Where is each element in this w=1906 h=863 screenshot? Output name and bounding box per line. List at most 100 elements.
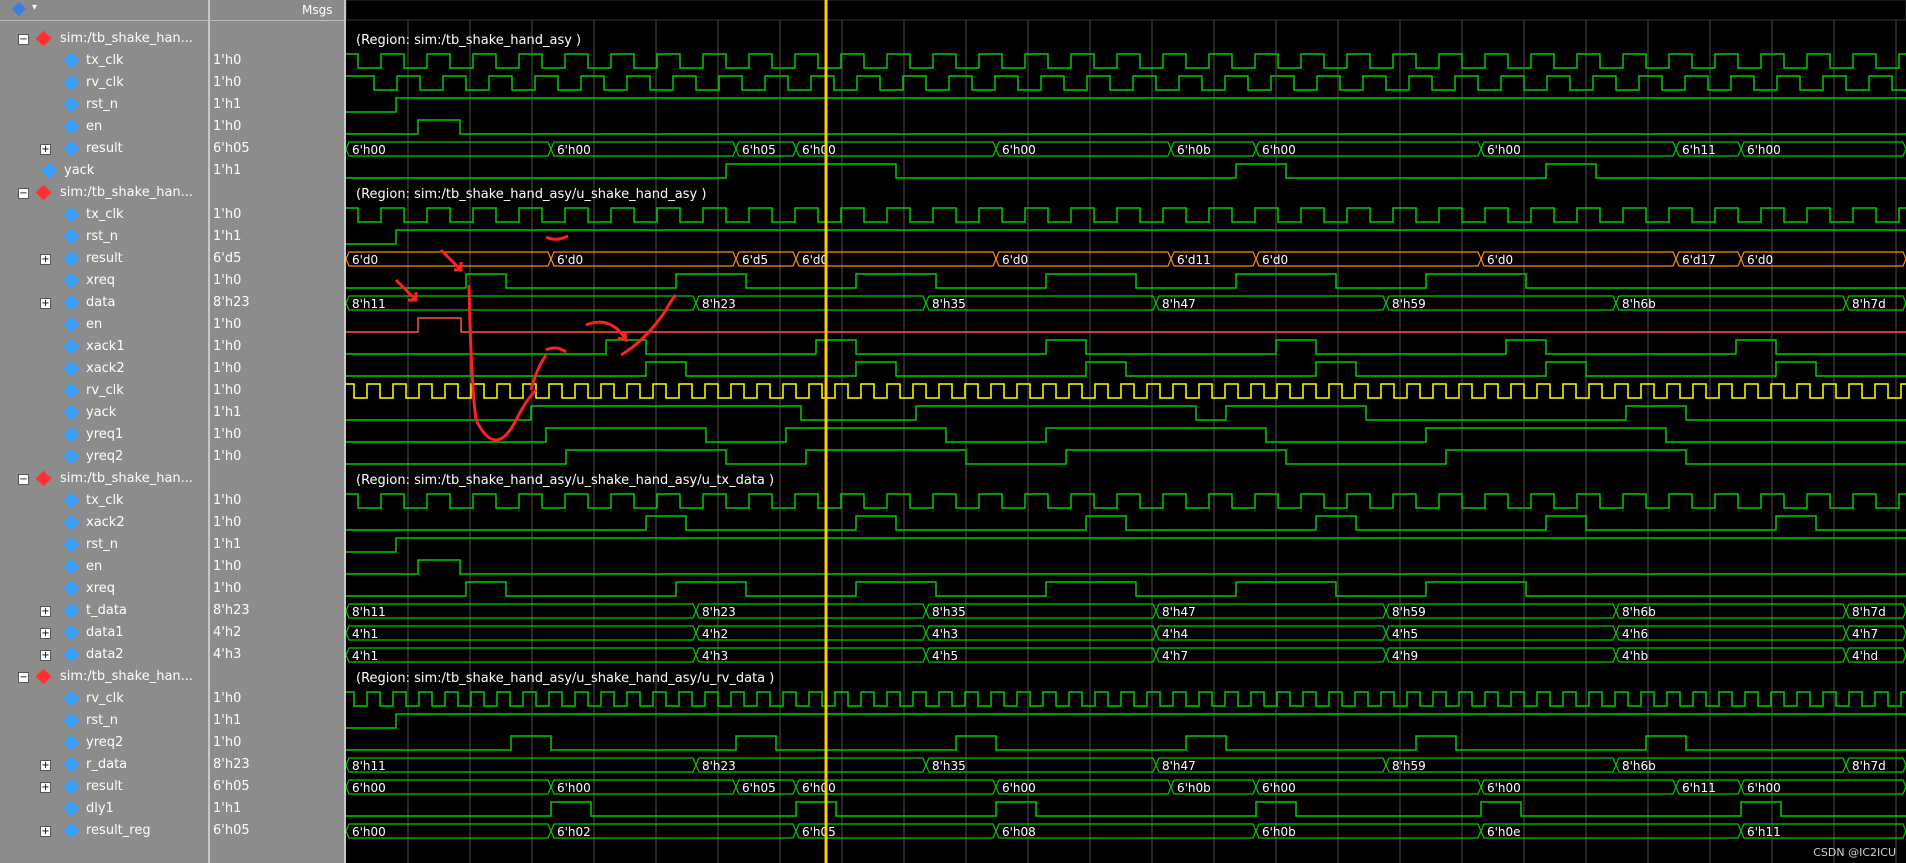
signal-row[interactable]: + result [0,776,208,798]
expand-icon[interactable]: + [40,650,51,661]
signal-row[interactable]: + r_data [0,754,208,776]
signal-row[interactable]: yack [0,402,208,424]
signal-group-row[interactable]: − sim:/tb_shake_han... [0,666,208,688]
value-row: 1'h1 [210,534,344,556]
expand-icon[interactable]: + [40,254,51,265]
bus-value-label: 6'h00 [1002,143,1036,157]
value-row: 1'h0 [210,446,344,468]
signal-row[interactable]: rv_clk [0,72,208,94]
signal-row[interactable]: en [0,116,208,138]
signal-row[interactable]: + data2 [0,644,208,666]
signal-row[interactable]: xreq [0,578,208,600]
signal-row[interactable]: tx_clk [0,204,208,226]
waveform-pane[interactable]: (Region: sim:/tb_shake_hand_asy ) 6'h00 6'… [346,0,1906,863]
signal-icon [63,822,80,839]
clock-wave [346,75,1906,91]
signal-icon [63,712,80,729]
collapse-icon[interactable]: − [18,34,29,45]
signal-name: data2 [86,647,124,662]
signal-icon [63,624,80,641]
signal-row[interactable]: rst_n [0,94,208,116]
signal-name-pane[interactable]: ▾ − sim:/tb_shake_han... tx_clk rv_clk rst_n… [0,0,210,863]
collapse-icon[interactable]: − [18,474,29,485]
signal-row[interactable]: dly1 [0,798,208,820]
bus-value-label: 6'h00 [1747,143,1781,157]
value-pane-header: Msgs [210,0,344,21]
signal-name: data [86,295,116,310]
clock-wave [346,383,1906,399]
expand-icon[interactable]: + [40,606,51,617]
bus-value-label: 6'h00 [802,781,836,795]
signal-row[interactable]: + t_data [0,600,208,622]
toolbar-icon[interactable] [11,1,27,17]
expand-icon[interactable]: + [40,782,51,793]
signal-icon [63,690,80,707]
signal-row[interactable]: yreq2 [0,732,208,754]
region-label: (Region: sim:/tb_shake_hand_asy/u_shake_… [356,187,706,202]
signal-value: 1'h1 [213,163,242,178]
signal-value: 6'd5 [213,251,242,266]
signal-icon [63,514,80,531]
bus-value-label: 6'h00 [1747,781,1781,795]
signal-value: 1'h0 [213,383,242,398]
waveform-canvas[interactable]: (Region: sim:/tb_shake_hand_asy ) 6'h00 6'… [346,0,1906,863]
bus-value-label: 6'd0 [1002,253,1028,267]
expand-icon[interactable]: + [40,628,51,639]
dropdown-arrow-icon[interactable]: ▾ [32,2,37,13]
signal-row[interactable]: xack2 [0,358,208,380]
signal-icon [63,272,80,289]
signal-row[interactable]: + data1 [0,622,208,644]
signal-row[interactable]: yreq2 [0,446,208,468]
signal-row[interactable]: en [0,314,208,336]
signal-row[interactable]: en [0,556,208,578]
signal-row[interactable]: + result [0,248,208,270]
value-row: 1'h0 [210,732,344,754]
value-pane[interactable]: Msgs 1'h0 1'h0 1'h1 1'h0 6'h05 1'h1 1'h0 1'h1 6'… [210,0,346,863]
signal-group-row[interactable]: − sim:/tb_shake_han... [0,468,208,490]
signal-row[interactable]: xack2 [0,512,208,534]
signal-row[interactable]: rst_n [0,710,208,732]
signal-value: 1'h0 [213,53,242,68]
region-icon [35,470,52,487]
bus-value-label: 6'h02 [557,825,591,839]
signal-name: t_data [86,603,127,618]
bus-segment [695,625,927,641]
signal-row[interactable]: + result [0,138,208,160]
signal-row[interactable]: tx_clk [0,490,208,512]
expand-icon[interactable]: + [40,760,51,771]
signal-row[interactable]: xreq [0,270,208,292]
region-icon [35,30,52,47]
signal-row[interactable]: rst_n [0,534,208,556]
signal-name: yack [64,163,95,178]
region-label: (Region: sim:/tb_shake_hand_asy/u_shake_… [356,671,774,686]
signal-icon [63,250,80,267]
signal-group-row[interactable]: − sim:/tb_shake_han... [0,28,208,50]
signal-row[interactable]: + data [0,292,208,314]
signal-group-row[interactable]: − sim:/tb_shake_han... [0,182,208,204]
signal-wave [346,559,1906,575]
signal-value: 1'h0 [213,361,242,376]
bus-segment [346,603,697,619]
signal-row[interactable]: tx_clk [0,50,208,72]
signal-value: 1'h1 [213,713,242,728]
signal-row[interactable]: rst_n [0,226,208,248]
signal-name: en [86,317,103,332]
signal-row[interactable]: yreq1 [0,424,208,446]
value-row: 1'h0 [210,556,344,578]
signal-row[interactable]: rv_clk [0,688,208,710]
expand-icon[interactable]: + [40,144,51,155]
signal-row[interactable]: xack1 [0,336,208,358]
signal-icon [63,426,80,443]
signal-row[interactable]: yack [0,160,208,182]
bus-value-label: 8'h35 [932,759,966,773]
signal-icon [63,96,80,113]
expand-icon[interactable]: + [40,298,51,309]
signal-name: result [86,251,123,266]
signal-value: 1'h0 [213,493,242,508]
signal-row[interactable]: + result_reg [0,820,208,842]
collapse-icon[interactable]: − [18,672,29,683]
collapse-icon[interactable]: − [18,188,29,199]
signal-row[interactable]: rv_clk [0,380,208,402]
expand-icon[interactable]: + [40,826,51,837]
bus-value-label: 6'd5 [742,253,768,267]
